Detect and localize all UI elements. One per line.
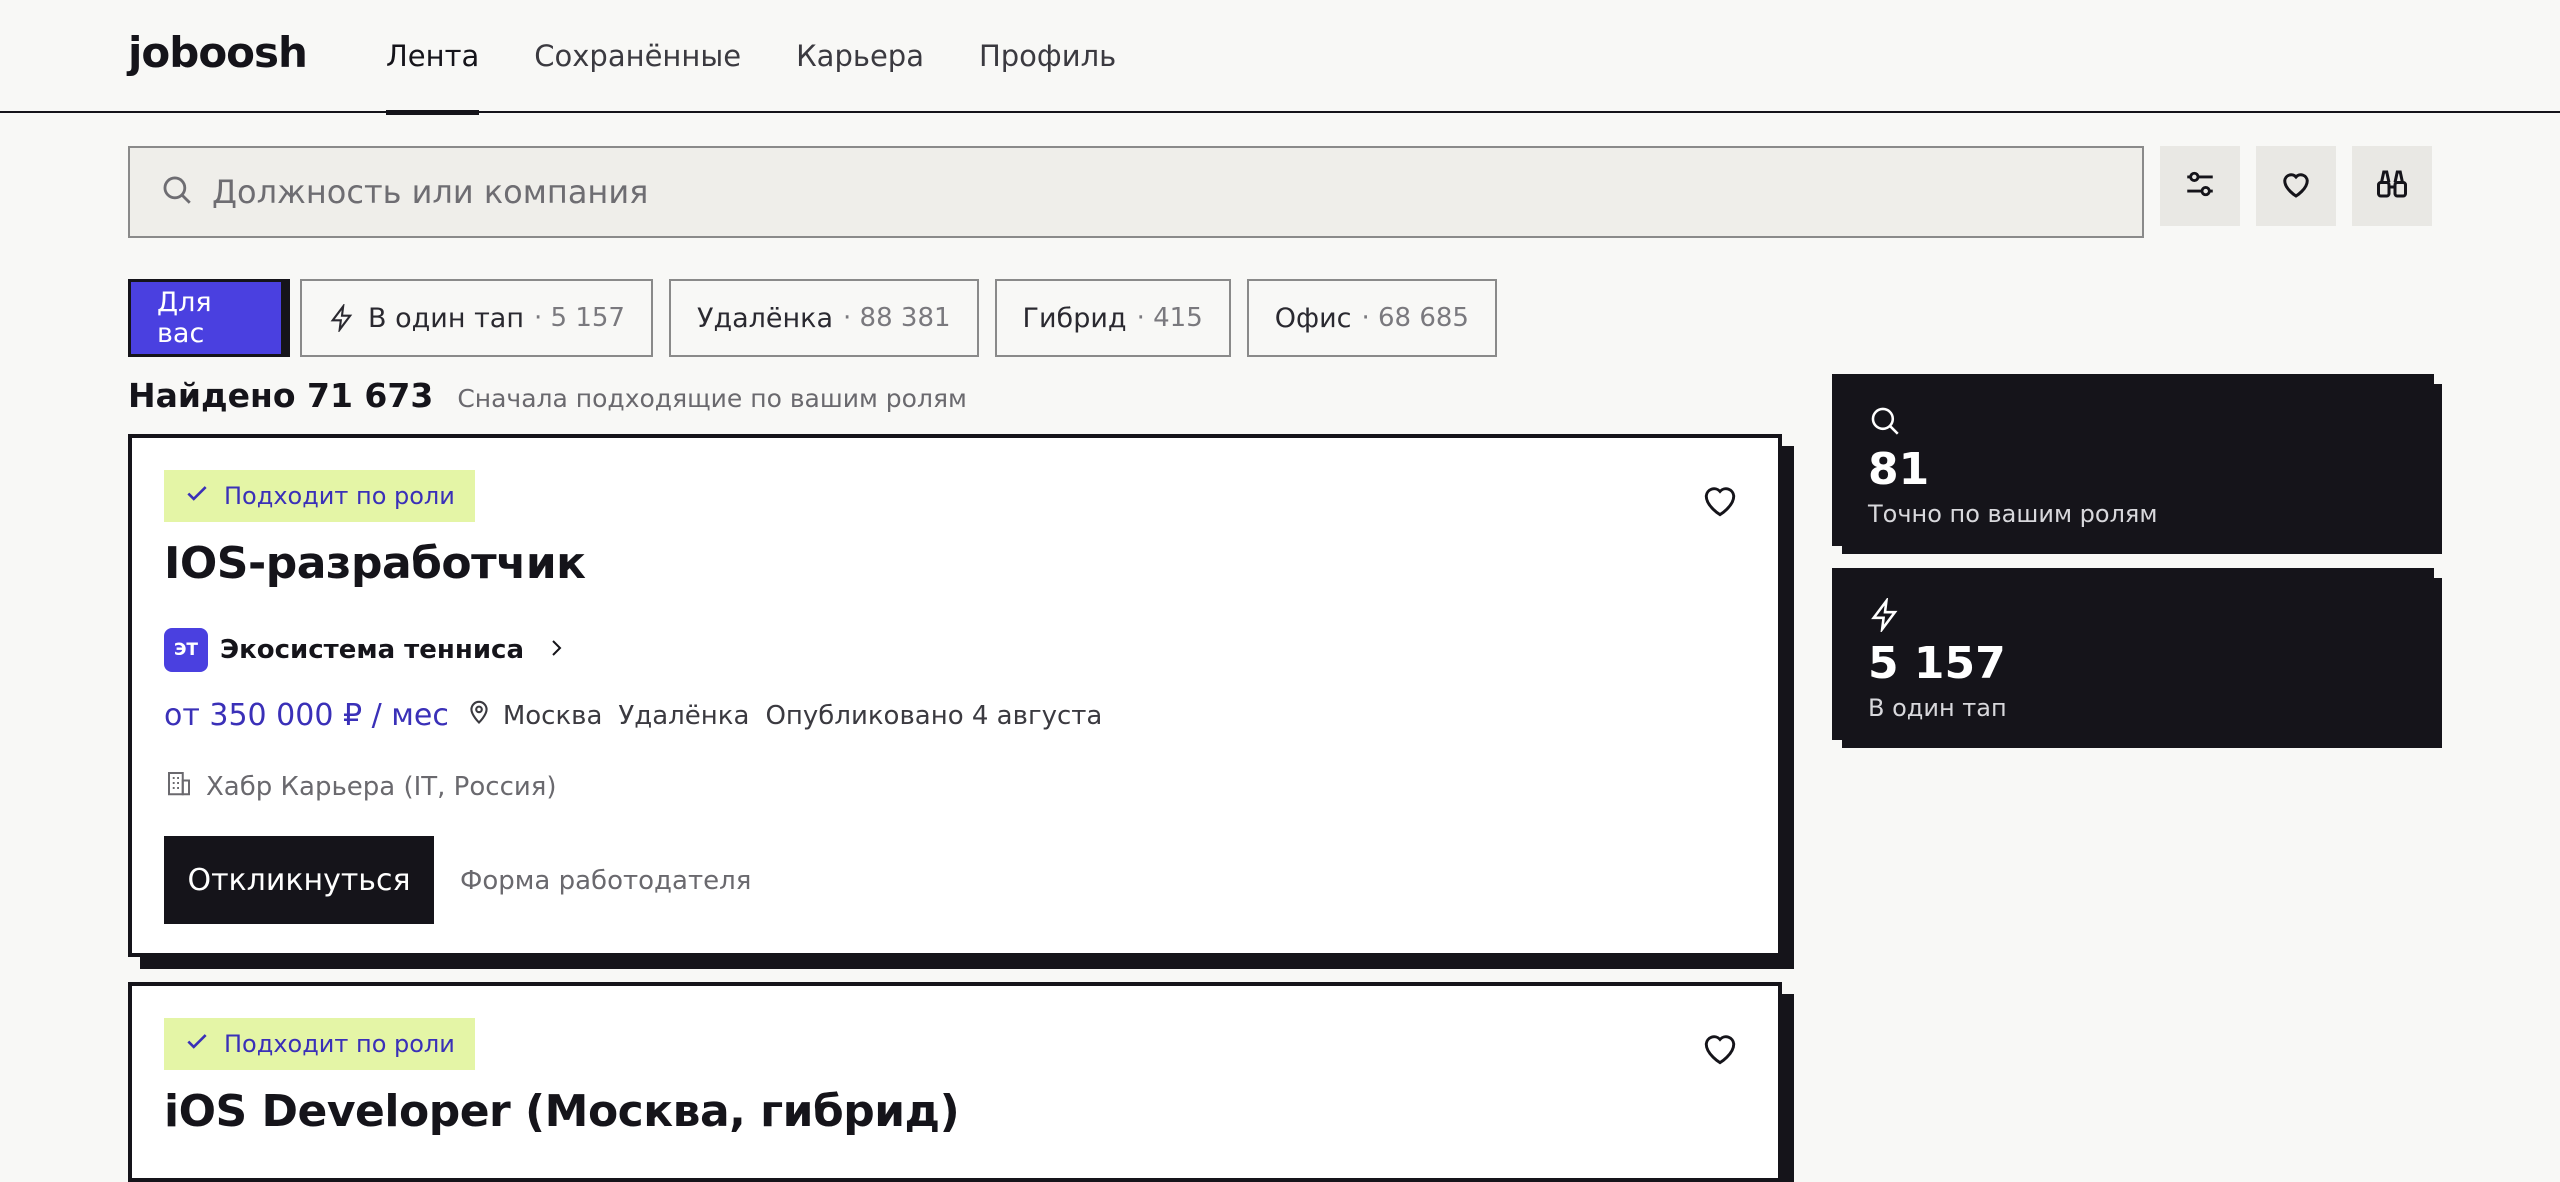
chip-label: В один тап xyxy=(368,302,525,334)
chevron-right-icon xyxy=(544,636,568,664)
search-icon xyxy=(1868,407,1902,442)
nav-item-saved[interactable]: Сохранённые xyxy=(534,0,741,113)
company-name: Экосистема тенниса xyxy=(220,635,524,665)
results-count: Найдено 71 673 xyxy=(128,376,434,415)
job-card-body[interactable]: Подходит по роли IOS-разработчик ЭТ Экос… xyxy=(128,434,1782,957)
job-card-body[interactable]: Подходит по роли iOS Developer (Москва, … xyxy=(128,982,1782,1182)
results-summary: Найдено 71 673 Сначала подходящие по ваш… xyxy=(128,376,967,415)
stat-value: 81 xyxy=(1868,444,1930,495)
job-meta: от 350 000 ₽ / мес Москва Удалёнка Опубл… xyxy=(164,698,1118,733)
chip-one-tap[interactable]: В один тап · 5 157 xyxy=(300,279,653,357)
chip-count: · 415 xyxy=(1136,303,1203,333)
filters-button[interactable] xyxy=(2160,146,2240,226)
source-name: Хабр Карьера (IT, Россия) xyxy=(206,771,557,802)
job-city: Москва xyxy=(502,700,603,731)
job-format: Удалёнка xyxy=(618,700,750,731)
company-link[interactable]: ЭТ Экосистема тенниса xyxy=(164,628,568,672)
badge-label: Подходит по роли xyxy=(224,1030,455,1058)
search-bar xyxy=(128,146,2144,238)
job-source: Хабр Карьера (IT, Россия) xyxy=(164,768,557,805)
chip-office[interactable]: Офис · 68 685 xyxy=(1246,279,1497,357)
stat-body: 5 157 В один тап xyxy=(1832,568,2434,740)
chip-for-you[interactable]: Для вас xyxy=(128,279,284,357)
check-icon xyxy=(184,480,210,512)
lightning-icon xyxy=(328,304,356,332)
stat-body: 81 Точно по вашим ролям xyxy=(1832,374,2434,546)
main-nav: Лента Сохранённые Карьера Профиль xyxy=(386,0,1171,115)
chip-count: · 5 157 xyxy=(534,303,625,333)
chip-remote[interactable]: Удалёнка · 88 381 xyxy=(668,279,979,357)
nav-item-profile[interactable]: Профиль xyxy=(979,0,1116,113)
role-match-badge: Подходит по роли xyxy=(164,470,475,522)
check-icon xyxy=(184,1028,210,1060)
results-sort: Сначала подходящие по вашим ролям xyxy=(457,384,967,413)
chip-count: · 88 381 xyxy=(843,303,951,333)
binoculars-icon xyxy=(2374,166,2410,206)
heart-icon[interactable] xyxy=(1698,478,1742,526)
building-icon xyxy=(164,768,194,805)
stat-label: Точно по вашим ролям xyxy=(1868,500,2158,528)
apply-button[interactable]: Откликнуться xyxy=(164,836,434,924)
nav-item-career[interactable]: Карьера xyxy=(796,0,924,113)
search-icon xyxy=(160,173,194,211)
chip-count: · 68 685 xyxy=(1361,303,1469,333)
stat-label: В один тап xyxy=(1868,694,2007,722)
chip-label: Для вас xyxy=(157,287,212,349)
job-published: Опубликовано 4 августа xyxy=(765,700,1103,731)
job-card[interactable]: Подходит по роли IOS-разработчик ЭТ Экос… xyxy=(128,434,1794,969)
search-input[interactable] xyxy=(212,173,2112,211)
job-title[interactable]: iOS Developer (Москва, гибрид) xyxy=(164,1086,960,1137)
filter-chips: Для вас В один тап · 5 157 Удалёнка · 88… xyxy=(128,279,1513,357)
filters-icon xyxy=(2183,167,2217,205)
stat-card-roles[interactable]: 81 Точно по вашим ролям xyxy=(1832,374,2442,554)
heart-icon[interactable] xyxy=(1698,1026,1742,1074)
favorites-button[interactable] xyxy=(2256,146,2336,226)
employer-form-link[interactable]: Форма работодателя xyxy=(460,866,751,896)
location-pin-icon xyxy=(465,698,493,733)
chip-label: Удалёнка xyxy=(696,302,834,334)
badge-label: Подходит по роли xyxy=(224,482,455,510)
chip-label: Офис xyxy=(1274,302,1352,334)
chip-label: Гибрид xyxy=(1022,302,1127,334)
company-logo: ЭТ xyxy=(164,628,208,672)
job-title[interactable]: IOS-разработчик xyxy=(164,538,586,589)
role-match-badge: Подходит по роли xyxy=(164,1018,475,1070)
binoculars-button[interactable] xyxy=(2352,146,2432,226)
salary: от 350 000 ₽ / мес xyxy=(164,698,449,733)
nav-item-feed[interactable]: Лента xyxy=(386,0,480,115)
app-logo[interactable]: joboosh xyxy=(128,28,308,77)
stat-value: 5 157 xyxy=(1868,638,2006,689)
stat-card-one-tap[interactable]: 5 157 В один тап xyxy=(1832,568,2442,748)
job-card[interactable]: Подходит по роли iOS Developer (Москва, … xyxy=(128,982,1794,1182)
top-header: joboosh Лента Сохранённые Карьера Профил… xyxy=(0,0,2560,115)
lightning-icon xyxy=(1868,596,1902,636)
chip-hybrid[interactable]: Гибрид · 415 xyxy=(994,279,1231,357)
heart-icon xyxy=(2278,166,2314,206)
